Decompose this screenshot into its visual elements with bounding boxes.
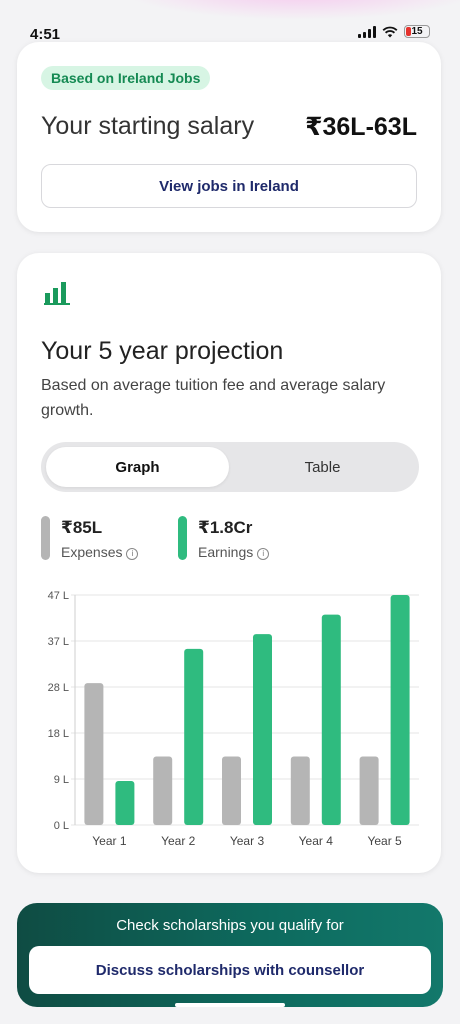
y-tick-label: 0 L xyxy=(54,820,69,832)
bar-earnings[interactable] xyxy=(115,780,135,825)
home-indicator xyxy=(175,1003,285,1007)
x-tick-label: Year 4 xyxy=(299,834,334,848)
discuss-scholarships-button[interactable]: Discuss scholarships with counsellor xyxy=(29,946,431,994)
status-bar: 4:51 15 xyxy=(0,0,460,44)
salary-card: Based on Ireland Jobs Your starting sala… xyxy=(17,42,441,232)
tab-graph[interactable]: Graph xyxy=(46,447,229,487)
y-tick-label: 28 L xyxy=(48,682,69,694)
earnings-label-row: Earnings i xyxy=(198,544,270,560)
scholarship-text: Check scholarships you qualify for xyxy=(116,917,344,934)
bar-earnings[interactable] xyxy=(253,634,272,825)
bar-expenses[interactable] xyxy=(222,756,241,825)
signal-icon xyxy=(358,25,376,38)
earnings-total: ₹1.8Cr xyxy=(198,518,253,537)
x-tick-label: Year 1 xyxy=(92,834,127,848)
status-time: 4:51 xyxy=(30,26,61,43)
projection-title: Your 5 year projection xyxy=(41,337,284,365)
expenses-label-row: Expenses i xyxy=(61,544,139,560)
expenses-total: ₹85L xyxy=(61,518,103,537)
y-tick-label: 9 L xyxy=(54,774,69,786)
x-tick-label: Year 3 xyxy=(230,834,265,848)
y-tick-label: 47 L xyxy=(48,590,69,602)
y-tick-label: 18 L xyxy=(48,728,69,740)
y-tick-label: 37 L xyxy=(48,636,69,648)
bar-chart: 0 L 9 L 18 L 28 L 37 L 47 L Year 1 Year 2 Year 3… xyxy=(48,590,419,848)
battery-icon: 15 xyxy=(404,25,430,38)
scholarship-banner: Check scholarships you qualify for Discu… xyxy=(17,903,443,1007)
salary-value: ₹36L-63L xyxy=(305,113,417,141)
projection-subtitle: Based on average tuition fee and average… xyxy=(41,377,386,419)
bar-earnings[interactable] xyxy=(390,595,410,825)
info-icon[interactable]: i xyxy=(257,548,270,560)
info-icon[interactable]: i xyxy=(126,548,139,560)
expenses-label: Expenses xyxy=(61,544,123,560)
salary-label: Your starting salary xyxy=(41,112,255,140)
bar-expenses[interactable] xyxy=(359,756,379,825)
x-tick-label: Year 2 xyxy=(161,834,196,848)
earnings-label: Earnings xyxy=(198,544,254,560)
view-jobs-button[interactable]: View jobs in Ireland xyxy=(41,164,417,208)
view-toggle: Graph Table xyxy=(41,442,419,492)
tab-table[interactable]: Table xyxy=(231,447,414,487)
wifi-icon xyxy=(382,26,398,37)
bar-expenses[interactable] xyxy=(290,756,310,825)
bar-chart-icon xyxy=(44,282,70,305)
projection-card: Your 5 year projection Based on average … xyxy=(17,253,441,873)
projection-chart: 0 L 9 L 18 L 28 L 37 L 47 L Year 1 Year 2 Year 3… xyxy=(17,583,441,858)
bar-expenses[interactable] xyxy=(84,683,104,825)
bar-expenses[interactable] xyxy=(153,756,173,825)
bar-earnings[interactable] xyxy=(321,614,341,825)
location-badge: Based on Ireland Jobs xyxy=(41,66,211,90)
status-icons: 15 xyxy=(358,25,430,38)
battery-level: 15 xyxy=(411,26,423,37)
x-tick-label: Year 5 xyxy=(367,834,402,848)
bar-earnings[interactable] xyxy=(184,648,204,825)
legend-swatch-earnings xyxy=(178,516,187,560)
legend-swatch-expenses xyxy=(41,516,50,560)
